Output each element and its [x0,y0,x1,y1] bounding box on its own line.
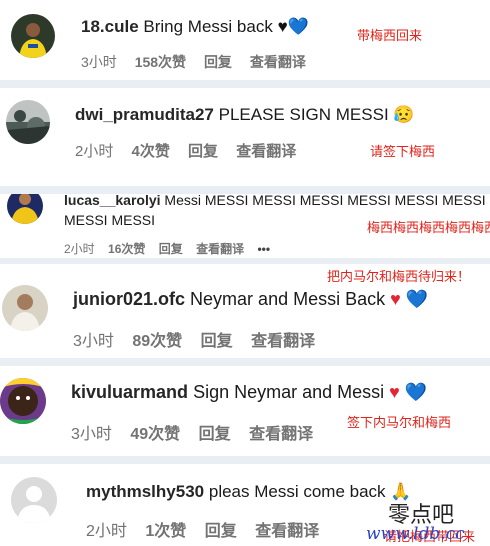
comment-meta: 2小时 4次赞 回复 查看翻译 [75,140,310,161]
translation-note: 请签下梅西 [370,144,436,159]
avatar[interactable] [11,477,57,523]
like-count[interactable]: 89次赞 [132,333,182,350]
like-count[interactable]: 4次赞 [132,143,170,160]
translation-note: 梅西梅西梅西梅西梅西 [367,220,490,235]
see-translation-button[interactable]: 查看翻译 [251,333,315,350]
red-heart-icon: ♥ [390,289,401,309]
comment-line: mythmslhy530 pleas Messi come back 🙏 [86,482,411,502]
watermark-url: www.ldb.cc [366,524,465,544]
translation-note: 把内马尔和梅西待归来！ [327,269,471,284]
comment-line: junior021.ofc Neymar and Messi Back ♥ 💙 [73,289,428,310]
timestamp: 2小时 [64,242,95,256]
blue-heart-icon: 💙 [404,382,428,402]
comment-text: Bring Messi back [143,17,273,36]
comment-text: Neymar and Messi Back [190,289,386,309]
reply-button[interactable]: 回复 [205,523,237,540]
avatar[interactable] [0,378,46,424]
username[interactable]: lucas__karolyi [64,194,161,208]
comment-line: dwi_pramudita27 PLEASE SIGN MESSI 😥 [75,105,415,125]
comment-meta: 3小时 89次赞 回复 查看翻译 [73,327,329,351]
see-translation-button[interactable]: 查看翻译 [196,242,244,256]
comment-meta: 2小时 16次赞 回复 查看翻译 ••• [64,240,284,257]
see-translation-button[interactable]: 查看翻译 [250,54,306,70]
comment-card: dwi_pramudita27 PLEASE SIGN MESSI 😥 2小时 … [0,88,490,186]
comment-text: Sign Neymar and Messi [193,382,385,402]
username[interactable]: kivuluarmand [71,382,188,402]
separator [0,358,490,366]
timestamp: 3小时 [81,54,117,70]
separator [0,456,490,464]
blue-heart-icon: 💙 [405,289,429,309]
see-translation-button[interactable]: 查看翻译 [236,143,296,160]
red-heart-icon: ♥ [389,382,400,402]
blue-heart-icon: 💙 [287,17,309,36]
reply-button[interactable]: 回复 [204,54,232,70]
like-count[interactable]: 16次赞 [108,242,145,256]
more-options-icon[interactable]: ••• [257,242,270,256]
username[interactable]: junior021.ofc [73,289,185,309]
comment-line: lucas__karolyi Messi MESSI MESSI MESSI M… [64,194,486,208]
avatar[interactable] [6,100,50,144]
separator [0,80,490,88]
avatar[interactable] [11,14,55,58]
username[interactable]: mythmslhy530 [86,482,204,501]
avatar[interactable] [7,194,43,224]
comment-meta: 3小时 49次赞 回复 查看翻译 [71,420,327,444]
comment-text-line2: MESSI MESSI [64,212,156,228]
like-count[interactable]: 1次赞 [145,523,186,540]
reply-button[interactable]: 回复 [201,333,233,350]
reply-button[interactable]: 回复 [199,426,231,443]
see-translation-button[interactable]: 查看翻译 [255,523,319,540]
separator [0,186,490,194]
sad-face-icon: 😥 [393,105,415,124]
reply-button[interactable]: 回复 [188,143,218,160]
comment-text: Messi MESSI MESSI MESSI MESSI MESSI MESS… [164,194,486,208]
like-count[interactable]: 158次赞 [135,54,186,70]
comment-meta: 2小时 1次赞 回复 查看翻译 [86,517,333,541]
like-count[interactable]: 49次赞 [130,426,180,443]
timestamp: 2小时 [86,523,127,540]
comment-line: 18.cule Bring Messi back ♥💙 [81,17,309,37]
translation-note: 签下内马尔和梅西 [347,415,452,430]
translation-note: 带梅西回来 [357,28,423,43]
timestamp: 3小时 [71,426,112,443]
black-heart-icon: ♥ [277,17,288,36]
timestamp: 2小时 [75,143,114,160]
comment-text: PLEASE SIGN MESSI [218,105,389,124]
comment-card: 18.cule Bring Messi back ♥💙 3小时 158次赞 回复… [0,0,490,80]
comment-card: 把内马尔和梅西待归来！ junior021.ofc Neymar and Mes… [0,264,490,358]
timestamp: 3小时 [73,333,114,350]
username[interactable]: dwi_pramudita27 [75,105,214,124]
comment-card: kivuluarmand Sign Neymar and Messi ♥ 💙 3… [0,366,490,456]
comment-card: lucas__karolyi Messi MESSI MESSI MESSI M… [0,194,490,258]
comment-line: kivuluarmand Sign Neymar and Messi ♥ 💙 [71,382,427,403]
comment-meta: 3小时 158次赞 回复 查看翻译 [81,52,320,72]
comment-text: pleas Messi come back [208,482,386,501]
username[interactable]: 18.cule [81,17,139,36]
avatar[interactable] [2,285,48,331]
see-translation-button[interactable]: 查看翻译 [249,426,313,443]
reply-button[interactable]: 回复 [159,242,183,256]
